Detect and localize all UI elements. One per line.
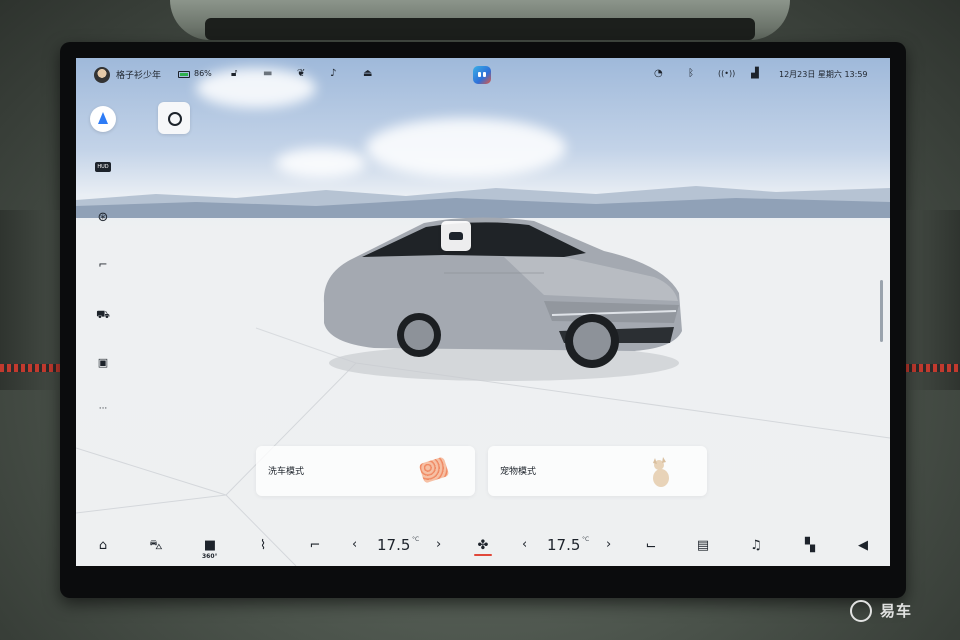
car-wash-mode-label: 洗车模式 bbox=[268, 467, 305, 477]
lock-icon[interactable]: 🔓︎ bbox=[231, 68, 237, 80]
status-bar: 格子衫少年 86% 🔓︎ ▬ ❦ ♪ ⏏ ◔ ᛒ ((•)) ▟ 12月23日 … bbox=[76, 58, 890, 92]
apps-icon[interactable]: ▚ bbox=[800, 537, 820, 555]
watermark-text: 易车 bbox=[880, 602, 913, 620]
right-temp-down-button[interactable]: ‹ bbox=[522, 537, 527, 552]
right-temp-up-button[interactable]: › bbox=[606, 537, 611, 552]
car-icon[interactable]: ⛍ bbox=[146, 537, 166, 555]
bell-icon[interactable]: ♪ bbox=[330, 68, 336, 80]
left-temp-unit: °C bbox=[412, 536, 420, 543]
battery-percent: 86% bbox=[194, 69, 212, 78]
left-door-trim bbox=[0, 210, 60, 390]
battery-icon bbox=[178, 71, 190, 78]
username[interactable]: 格子衫少年 bbox=[116, 68, 161, 81]
driver-seat-icon[interactable]: ⌐ bbox=[305, 537, 325, 555]
dashcam-icon[interactable]: ▬ bbox=[263, 68, 272, 80]
right-temperature: 17.5 bbox=[547, 536, 581, 554]
signal-wave-icon: ◔ bbox=[654, 68, 663, 79]
music-icon[interactable]: ♫ bbox=[746, 537, 766, 555]
left-temp-up-button[interactable]: › bbox=[436, 537, 441, 552]
alarm-icon[interactable]: ⏏ bbox=[363, 68, 372, 80]
console-icon[interactable]: ▣ bbox=[94, 356, 112, 369]
left-temp-down-button[interactable]: ‹ bbox=[352, 537, 357, 552]
car-model[interactable] bbox=[314, 213, 694, 383]
bluetooth-icon[interactable]: ᛒ bbox=[688, 68, 694, 80]
fan-level-indicator bbox=[474, 554, 492, 556]
right-temp-unit: °C bbox=[582, 536, 590, 543]
volume-icon[interactable]: ◀ bbox=[853, 537, 873, 555]
hud-icon[interactable]: HUD bbox=[95, 162, 111, 172]
pet-mode-card[interactable]: 宠物模式 bbox=[488, 446, 707, 496]
cellular-icon: ▟ bbox=[751, 68, 759, 79]
rear-defrost-icon[interactable]: ⌇ bbox=[253, 537, 273, 555]
seat-icon[interactable]: ⌐ bbox=[94, 258, 112, 271]
camera-360-label: 360° bbox=[202, 553, 218, 560]
car-mode-icon[interactable]: ⛟ bbox=[94, 308, 112, 323]
infotainment-screen: 格子衫少年 86% 🔓︎ ▬ ❦ ♪ ⏏ ◔ ᛒ ((•)) ▟ 12月23日 … bbox=[76, 58, 890, 566]
car-camera-button[interactable] bbox=[441, 221, 471, 251]
pet-mode-label: 宠物模式 bbox=[500, 467, 537, 477]
passenger-seat-icon[interactable]: ⌙ bbox=[641, 537, 661, 555]
avatar[interactable] bbox=[94, 67, 110, 83]
sponge-icon bbox=[418, 456, 450, 484]
more-icon[interactable]: ··· bbox=[94, 404, 112, 414]
car-wash-mode-card[interactable]: 洗车模式 bbox=[256, 446, 475, 496]
watermark-logo bbox=[850, 600, 872, 622]
steering-wheel-icon[interactable]: ⊛ bbox=[94, 210, 112, 225]
scrollbar[interactable] bbox=[880, 280, 883, 342]
left-temperature: 17.5 bbox=[377, 536, 411, 554]
leaf-icon[interactable]: ❦ bbox=[297, 68, 305, 80]
bottom-dock: ⌂ ⛍ ■ 360° ⌇ ⌐ ‹ 17.5 °C › ✤ ‹ 17.5 °C ›… bbox=[76, 528, 890, 566]
navigation-icon[interactable] bbox=[90, 106, 116, 132]
air-vent bbox=[205, 18, 755, 40]
defrost-icon[interactable]: ▤ bbox=[693, 537, 713, 555]
scan-icon[interactable] bbox=[158, 102, 190, 134]
fan-icon[interactable]: ✤ bbox=[473, 537, 493, 555]
hotspot-icon[interactable]: ((•)) bbox=[718, 68, 735, 80]
datetime: 12月23日 星期六 13:59 bbox=[779, 70, 868, 79]
dog-icon bbox=[653, 457, 669, 487]
right-door-trim bbox=[905, 210, 960, 390]
app-logo[interactable] bbox=[473, 66, 491, 84]
home-icon[interactable]: ⌂ bbox=[93, 537, 113, 555]
